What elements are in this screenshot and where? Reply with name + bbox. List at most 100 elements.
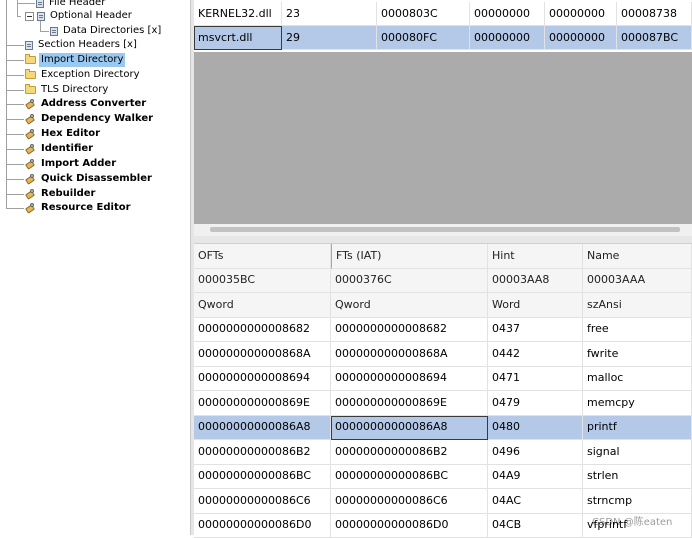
module-cell[interactable]: 000087BC [617, 26, 692, 50]
table-cell[interactable]: 0442 [488, 342, 583, 367]
tool-icon [25, 189, 36, 200]
tree-item[interactable]: Data Directories [x] [50, 24, 163, 38]
table-cell[interactable]: 0471 [488, 367, 583, 392]
type-cell[interactable]: Word [488, 293, 583, 318]
module-cell[interactable]: 000080FC [377, 26, 470, 50]
module-cell[interactable]: 00008738 [617, 2, 692, 26]
column-header[interactable]: Name [583, 244, 692, 269]
type-cell[interactable]: Qword [331, 293, 488, 318]
table-cell[interactable]: 00000000000086B2 [194, 440, 331, 465]
type-cell[interactable]: szAnsi [583, 293, 692, 318]
table-cell[interactable]: signal [583, 440, 692, 465]
table-cell[interactable]: 0000000000008694 [331, 367, 488, 392]
import-functions-grid: CSDN @陈eaten OFTsFTs (IAT)HintName000035… [194, 244, 692, 535]
module-cell[interactable]: KERNEL32.dll [194, 2, 282, 26]
tree-item[interactable]: Resource Editor [25, 201, 133, 215]
header-value-cell[interactable]: 00003AA8 [488, 269, 583, 294]
table-row[interactable]: 000000000000868200000000000086820437free [194, 318, 692, 343]
table-cell[interactable]: 0437 [488, 318, 583, 343]
tree-item[interactable]: Quick Disassembler [25, 172, 154, 186]
tree-item[interactable]: Hex Editor [25, 127, 102, 141]
table-cell[interactable]: 00000000000086A8 [194, 416, 331, 441]
table-cell[interactable]: free [583, 318, 692, 343]
tree-item[interactable]: Rebuilder [25, 187, 98, 201]
folder-icon [25, 71, 36, 79]
table-cell[interactable]: 0000000000008694 [194, 367, 331, 392]
table-cell[interactable]: strlen [583, 465, 692, 490]
table-cell[interactable]: printf [583, 416, 692, 441]
table-cell[interactable]: strncmp [583, 489, 692, 514]
table-cell[interactable]: 00000000000086BC [331, 465, 488, 490]
type-row[interactable]: QwordQwordWordszAnsi [194, 293, 692, 318]
scrollbar-thumb[interactable] [210, 227, 680, 232]
tree-item[interactable]: Identifier [25, 142, 95, 156]
tree-item[interactable]: Import Directory [25, 53, 125, 67]
table-cell[interactable]: 00000000000086C6 [331, 489, 488, 514]
table-cell[interactable]: 00000000000086C6 [194, 489, 331, 514]
table-cell[interactable]: 0479 [488, 391, 583, 416]
table-row[interactable]: 00000000000086BC00000000000086BC04A9strl… [194, 465, 692, 490]
header-value-row[interactable]: 000035BC0000376C00003AA800003AAA [194, 269, 692, 294]
module-cell[interactable]: 00000000 [545, 2, 617, 26]
tree-item-label: Section Headers [x] [36, 38, 139, 52]
table-cell[interactable]: 0000000000008682 [194, 318, 331, 343]
type-cell[interactable]: Qword [194, 293, 331, 318]
column-header[interactable]: FTs (IAT) [331, 244, 488, 269]
table-cell[interactable]: 04CB [488, 514, 583, 538]
module-cell[interactable]: msvcrt.dll [194, 26, 282, 50]
column-header[interactable]: Hint [488, 244, 583, 269]
table-cell[interactable]: memcpy [583, 391, 692, 416]
module-cell[interactable]: 23 [282, 2, 377, 26]
table-row[interactable]: 00000000000086B200000000000086B20496sign… [194, 440, 692, 465]
table-cell[interactable]: fwrite [583, 342, 692, 367]
table-row[interactable]: 000000000000868A000000000000868A0442fwri… [194, 342, 692, 367]
module-row[interactable]: KERNEL32.dll230000803C000000000000000000… [194, 2, 692, 26]
table-cell[interactable]: 0000000000008682 [331, 318, 488, 343]
table-cell[interactable]: 00000000000086B2 [331, 440, 488, 465]
header-value-cell[interactable]: 000035BC [194, 269, 331, 294]
tool-icon [25, 144, 36, 155]
tree-item[interactable]: Optional Header [25, 9, 134, 23]
tree-item[interactable]: TLS Directory [25, 83, 110, 97]
table-cell[interactable]: 0496 [488, 440, 583, 465]
table-cell[interactable]: 04A9 [488, 465, 583, 490]
column-header-row[interactable]: OFTsFTs (IAT)HintName [194, 244, 692, 269]
table-row[interactable]: 000000000000869E000000000000869E0479memc… [194, 391, 692, 416]
tree-connector-line [6, 119, 24, 120]
tree-item[interactable]: Import Adder [25, 157, 118, 171]
table-cell[interactable]: 000000000000869E [331, 391, 488, 416]
collapse-icon[interactable] [25, 12, 34, 21]
table-row[interactable]: 00000000000086A800000000000086A80480prin… [194, 416, 692, 441]
tree-item[interactable]: Address Converter [25, 97, 148, 111]
table-row[interactable]: 000000000000869400000000000086940471mall… [194, 367, 692, 392]
horizontal-scrollbar[interactable] [194, 224, 692, 236]
grid-splitter[interactable] [194, 236, 692, 244]
table-cell[interactable]: vfprintf [583, 514, 692, 538]
tree-connector-line [6, 179, 24, 180]
directory-tree[interactable]: File HeaderOptional HeaderData Directori… [0, 0, 190, 535]
tree-item[interactable]: Dependency Walker [25, 112, 155, 126]
table-cell[interactable]: 00000000000086D0 [194, 514, 331, 538]
table-cell[interactable]: 000000000000868A [331, 342, 488, 367]
table-cell[interactable]: 00000000000086BC [194, 465, 331, 490]
header-value-cell[interactable]: 0000376C [331, 269, 488, 294]
module-row[interactable]: msvcrt.dll29000080FC00000000000000000000… [194, 26, 692, 50]
table-cell[interactable]: 000000000000869E [194, 391, 331, 416]
table-cell[interactable]: 0480 [488, 416, 583, 441]
tree-item[interactable]: Section Headers [x] [25, 38, 139, 52]
header-value-cell[interactable]: 00003AAA [583, 269, 692, 294]
table-cell[interactable]: 000000000000868A [194, 342, 331, 367]
module-cell[interactable]: 00000000 [545, 26, 617, 50]
module-cell[interactable]: 00000000 [470, 26, 545, 50]
table-cell[interactable]: 00000000000086A8 [331, 416, 488, 441]
table-cell[interactable]: malloc [583, 367, 692, 392]
column-header[interactable]: OFTs [194, 244, 331, 269]
table-row[interactable]: 00000000000086C600000000000086C604ACstrn… [194, 489, 692, 514]
tree-item[interactable]: Exception Directory [25, 68, 141, 82]
table-row[interactable]: 00000000000086D000000000000086D004CBvfpr… [194, 514, 692, 538]
module-cell[interactable]: 00000000 [470, 2, 545, 26]
table-cell[interactable]: 00000000000086D0 [331, 514, 488, 538]
module-cell[interactable]: 29 [282, 26, 377, 50]
table-cell[interactable]: 04AC [488, 489, 583, 514]
module-cell[interactable]: 0000803C [377, 2, 470, 26]
